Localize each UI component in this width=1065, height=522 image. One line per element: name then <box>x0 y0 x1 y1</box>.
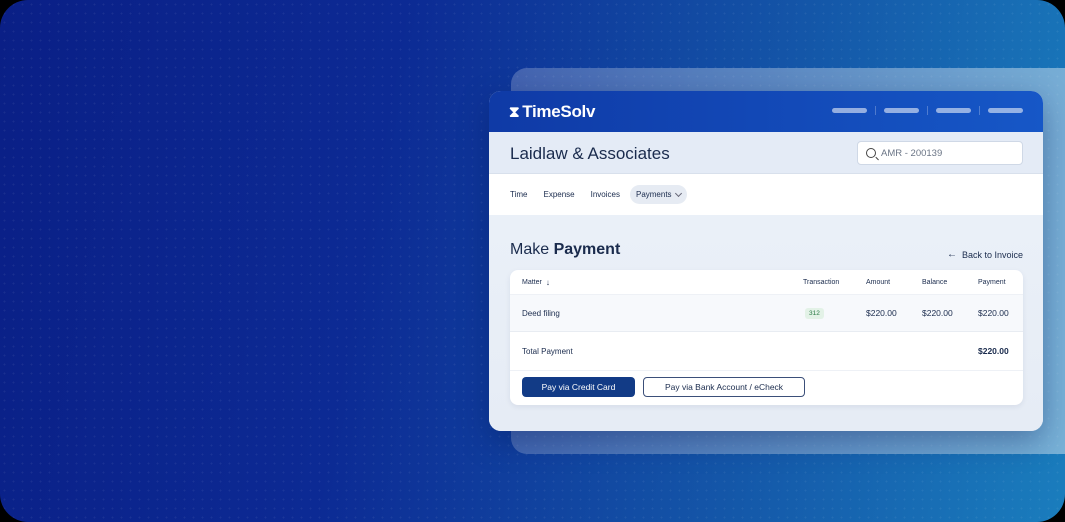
search-input[interactable] <box>881 147 1011 159</box>
arrow-down-icon: ↓ <box>545 277 550 287</box>
total-row: Total Payment $220.00 <box>510 332 1023 371</box>
column-header-payment: Payment <box>978 278 1006 286</box>
column-header-amount: Amount <box>866 278 891 286</box>
tab-invoices[interactable]: Invoices <box>591 190 620 199</box>
brand-name: TimeSolv <box>522 102 596 121</box>
page-title: Make Payment <box>510 241 620 259</box>
nav-divider <box>927 106 928 115</box>
nav-item-placeholder[interactable] <box>884 108 919 113</box>
tab-time[interactable]: Time <box>510 190 527 199</box>
nav-divider <box>875 106 876 115</box>
arrow-left-icon: ← <box>946 249 957 260</box>
nav-divider <box>979 106 980 115</box>
search-icon <box>866 148 876 158</box>
firm-title: Laidlaw & Associates <box>510 144 670 163</box>
client-header: Laidlaw & Associates <box>489 132 1043 174</box>
payment-cell: $220.00 <box>978 308 1009 318</box>
main-content: Make Payment ← Back to Invoice Matter ↓ … <box>489 215 1043 431</box>
top-nav <box>832 106 1023 115</box>
column-header-matter[interactable]: Matter ↓ <box>522 278 550 287</box>
app-window: ⧗ TimeSolv Laidlaw & Associates Time <box>489 91 1043 431</box>
top-bar: ⧗ TimeSolv <box>489 91 1043 132</box>
tab-label: Payments <box>635 190 672 199</box>
search-box[interactable] <box>857 141 1023 165</box>
column-header-balance: Balance <box>922 278 948 286</box>
column-header-transaction: Transaction <box>803 278 840 286</box>
tab-payments[interactable]: Payments <box>629 185 687 204</box>
hourglass-icon: ⧗ <box>509 103 520 121</box>
table-header: Matter ↓ Transaction Amount Balance Paym… <box>510 270 1023 294</box>
pay-bank-account-button[interactable]: Pay via Bank Account / eCheck <box>643 377 805 397</box>
total-label: Total Payment <box>522 346 573 356</box>
table-row[interactable]: Deed filing 312 $220.00 $220.00 $220.00 <box>510 294 1023 332</box>
balance-cell: $220.00 <box>922 308 953 318</box>
back-link-label: Back to Invoice <box>961 249 1023 260</box>
back-to-invoice-link[interactable]: ← Back to Invoice <box>947 249 1023 260</box>
chevron-down-icon <box>674 189 682 197</box>
background: ⧗ TimeSolv Laidlaw & Associates Time <box>0 0 1065 522</box>
tab-expense[interactable]: Expense <box>543 190 574 199</box>
logo: ⧗ TimeSolv <box>509 102 595 122</box>
page-title-light: Make <box>510 241 550 258</box>
tab-bar: Time Expense Invoices Payments <box>489 174 1043 215</box>
nav-item-placeholder[interactable] <box>936 108 971 113</box>
payment-panel: Matter ↓ Transaction Amount Balance Paym… <box>510 270 1023 405</box>
page-title-bold: Payment <box>553 241 621 258</box>
transaction-badge: 312 <box>805 307 824 319</box>
column-label: Matter <box>522 278 542 286</box>
matter-cell: Deed filing <box>522 308 560 318</box>
total-value: $220.00 <box>978 346 1009 356</box>
pay-credit-card-button[interactable]: Pay via Credit Card <box>522 377 635 397</box>
nav-item-placeholder[interactable] <box>832 108 867 113</box>
nav-item-placeholder[interactable] <box>988 108 1023 113</box>
amount-cell: $220.00 <box>866 308 897 318</box>
